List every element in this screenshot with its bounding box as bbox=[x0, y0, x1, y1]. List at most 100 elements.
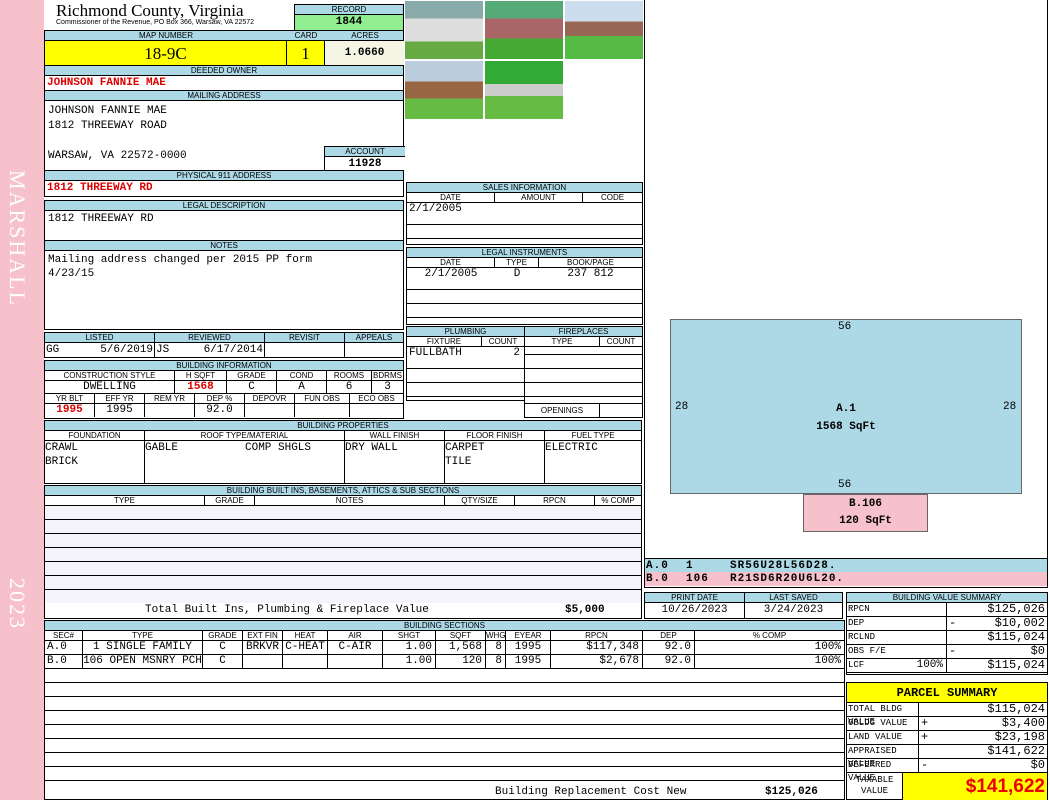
county-header: Richmond County, Virginia Commissioner o… bbox=[56, 2, 292, 26]
cell-type: 106 OPEN MSNRY PCH bbox=[83, 655, 203, 668]
summary-row: APPRAISED VALUE $141,622 bbox=[847, 745, 1047, 769]
label-eco-obs: ECO OBS bbox=[358, 394, 395, 403]
cell-type: 1 SINGLE FAMILY bbox=[83, 641, 203, 654]
col-header: RPCN bbox=[551, 631, 643, 640]
economic-obs bbox=[350, 404, 403, 417]
sale-date: 2/1/2005 bbox=[407, 203, 642, 216]
label-eff-yr: EFF YR bbox=[95, 394, 145, 403]
fireplaces-box: FIREPLACES TYPE COUNT OPENINGS bbox=[524, 326, 643, 418]
owner-box: DEEDED OWNER JOHNSON FANNIE MAE bbox=[44, 65, 404, 91]
plumbing-label: PLUMBING bbox=[407, 327, 524, 337]
col-header: EYEAR bbox=[506, 631, 551, 640]
property-photo[interactable] bbox=[484, 0, 564, 60]
notes-line1: Mailing address changed per 2015 PP form bbox=[48, 254, 313, 266]
building-sections-box: BUILDING SECTIONS SEC# TYPE GRADE EXT FIN HE… bbox=[44, 620, 845, 800]
parcel-box: MAP NUMBER CARD ACRES 18-9C 1 1.0660 bbox=[44, 30, 404, 66]
summary-label: APPRAISED VALUE bbox=[847, 745, 919, 769]
fixture: FULLBATH bbox=[409, 347, 462, 359]
summary-row: DEFERRED VALUE - $0 bbox=[847, 758, 1047, 783]
col-header: HEAT bbox=[283, 631, 328, 640]
builtins-total-row: Total Built Ins, Plumbing & Fireplace Va… bbox=[45, 603, 641, 617]
summary-row: RPCN $125,026 bbox=[847, 603, 1047, 617]
grade: C bbox=[227, 381, 277, 393]
record-label: RECORD bbox=[295, 5, 403, 15]
summary-value-cell: $115,024 bbox=[947, 659, 1047, 672]
summary-label: OBS F/E bbox=[847, 645, 947, 658]
tax-year: 2023 bbox=[5, 578, 30, 630]
summary-pct: 100% bbox=[916, 659, 943, 671]
cell-air bbox=[328, 655, 383, 668]
rooms: 6 bbox=[327, 381, 372, 393]
summary-sign: - bbox=[949, 616, 957, 630]
owner-name: JOHNSON FANNIE MAE bbox=[47, 77, 166, 89]
summary-value: $0 bbox=[1030, 758, 1045, 772]
sketch-section-b[interactable]: B.106 120 SqFt bbox=[803, 494, 928, 532]
acres-label: ACRES bbox=[351, 31, 379, 40]
summary-label: OBLDG VALUE bbox=[847, 717, 919, 730]
cell-extfin: BRKVR bbox=[243, 641, 283, 654]
col-type: TYPE bbox=[525, 337, 600, 346]
summary-value-cell: $125,026 bbox=[947, 603, 1047, 616]
cell-grade: C bbox=[203, 641, 243, 654]
cell-sec: B.0 bbox=[45, 655, 83, 668]
parcel-summary-title: PARCEL SUMMARY bbox=[847, 683, 1047, 703]
cell-sec: A.0 bbox=[45, 641, 83, 654]
side-strip: MARSHALL 2023 bbox=[0, 0, 44, 800]
table-row: B.0 106 OPEN MSNRY PCH C 1.00 120 8 1995 $2,678… bbox=[45, 655, 844, 669]
label-rooms: ROOMS bbox=[327, 371, 372, 380]
cell-dep: 92.0 bbox=[643, 655, 695, 668]
property-photo[interactable] bbox=[404, 60, 484, 120]
heated-sqft: 1568 bbox=[175, 381, 227, 393]
summary-sign: + bbox=[921, 730, 929, 744]
acres-value: 1.0660 bbox=[325, 41, 404, 66]
col-header: EXT FIN bbox=[243, 631, 283, 640]
sketch-area[interactable]: A.1 1568 SqFt 56 56 28 28 B.106 120 SqFt A… bbox=[644, 0, 1048, 588]
property-photo[interactable] bbox=[484, 60, 564, 120]
instrument-bookpage: 237 812 bbox=[567, 268, 614, 280]
roof-material: COMP SHGLS bbox=[245, 442, 312, 454]
sketch-code-b: B.0 106 R21SD6R20U6L20. bbox=[645, 572, 1047, 586]
label-depovr: DEPOVR bbox=[245, 394, 295, 403]
summary-value: $23,198 bbox=[994, 730, 1045, 744]
col-fixture: FIXTURE bbox=[407, 337, 482, 346]
col-header: AIR bbox=[328, 631, 383, 640]
property-photo[interactable] bbox=[564, 0, 644, 60]
fuel-type: ELECTRIC bbox=[545, 442, 598, 454]
year-built: 1995 bbox=[45, 404, 95, 417]
col-date: DATE bbox=[407, 193, 495, 202]
col-header: SHGT bbox=[383, 631, 436, 640]
mailing-line1: JOHNSON FANNIE MAE bbox=[48, 105, 167, 117]
summary-value: $115,024 bbox=[987, 702, 1045, 716]
foundation: BRICK bbox=[45, 456, 79, 468]
summary-sign: - bbox=[921, 758, 929, 772]
reviewed-date: 6/17/2014 bbox=[203, 344, 263, 356]
revisit-value bbox=[265, 343, 345, 357]
property-photo[interactable] bbox=[404, 0, 484, 60]
sales-label: SALES INFORMATION bbox=[407, 183, 642, 193]
cell-heat bbox=[283, 655, 328, 668]
summary-label: DEP bbox=[847, 617, 947, 630]
col-header: DEP bbox=[643, 631, 695, 640]
last-saved: 3/24/2023 bbox=[763, 604, 824, 616]
section-a-area: 1568 SqFt bbox=[816, 421, 876, 433]
parcel-summary-box: PARCEL SUMMARY TOTAL BLDG VALUE $115,024 O… bbox=[846, 682, 1048, 800]
cell-grade: C bbox=[203, 655, 243, 668]
summary-label: LAND VALUE bbox=[847, 731, 919, 744]
summary-row: DEP - $10,002 bbox=[847, 617, 1047, 631]
sketch-section-a[interactable]: A.1 1568 SqFt bbox=[670, 319, 1022, 494]
summary-value-cell: + $23,198 bbox=[919, 731, 1047, 744]
col-header: TYPE bbox=[83, 631, 203, 640]
summary-label-text: DEFERRED VALUE bbox=[848, 760, 892, 783]
sales-box: SALES INFORMATION DATE AMOUNT CODE 2/1/200… bbox=[406, 182, 643, 245]
mailing-box: MAILING ADDRESS JOHNSON FANNIE MAE 1812 … bbox=[44, 90, 405, 172]
summary-label: RPCN bbox=[847, 603, 947, 616]
dim-top: 56 bbox=[838, 321, 852, 333]
col-header: GRADE bbox=[203, 631, 243, 640]
summary-value: $125,026 bbox=[987, 602, 1045, 616]
section-b-area: 120 SqFt bbox=[839, 515, 892, 527]
col-code: CODE bbox=[600, 193, 625, 202]
review-box: LISTED REVIEWED REVISIT APPEALS GG 5/6/2019 … bbox=[44, 332, 404, 358]
label-grade: GRADE bbox=[227, 371, 277, 380]
summary-label: RCLND bbox=[847, 631, 947, 644]
summary-row: OBLDG VALUE + $3,400 bbox=[847, 717, 1047, 731]
